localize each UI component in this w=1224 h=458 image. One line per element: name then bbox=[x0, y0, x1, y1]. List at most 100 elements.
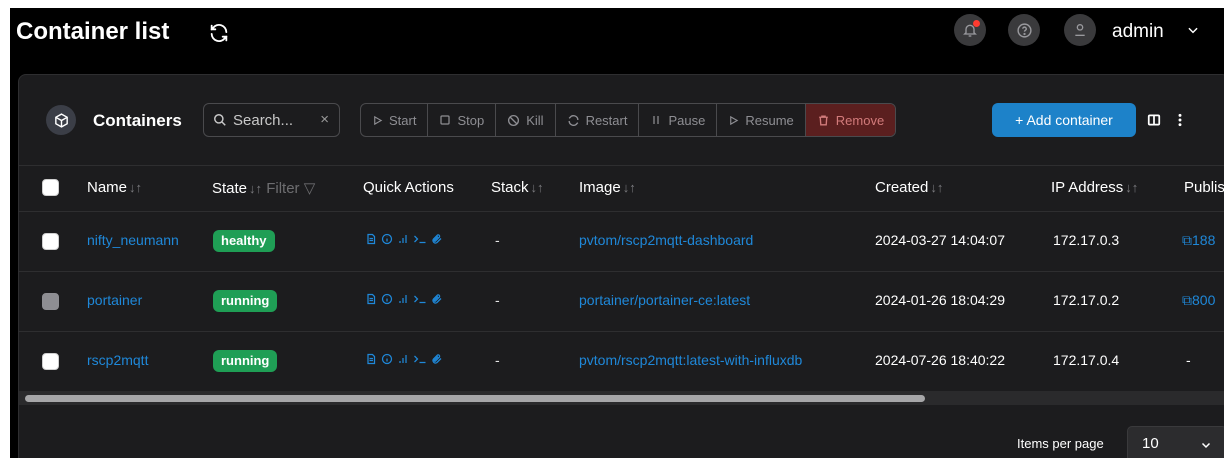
restart-button[interactable]: Restart bbox=[556, 104, 640, 136]
table-row: portainer running - portainer/portainer-… bbox=[19, 272, 1224, 332]
add-container-button[interactable]: + Add container bbox=[992, 103, 1136, 137]
cube-icon bbox=[54, 112, 68, 128]
section-title: Containers bbox=[93, 111, 182, 130]
user-icon bbox=[1075, 24, 1085, 36]
published-value: - bbox=[1186, 352, 1191, 368]
quick-actions bbox=[365, 293, 443, 305]
page-title: Container list bbox=[16, 18, 170, 45]
ip-value: 172.17.0.4 bbox=[1053, 352, 1120, 368]
published-port-link[interactable]: ⧉800 bbox=[1182, 292, 1215, 309]
more-options-icon[interactable] bbox=[1177, 113, 1183, 127]
logs-icon[interactable] bbox=[365, 233, 377, 245]
start-button[interactable]: Start bbox=[361, 104, 429, 136]
status-badge: healthy bbox=[213, 230, 275, 252]
image-link[interactable]: portainer/portainer-ce:latest bbox=[579, 292, 750, 308]
info-icon[interactable] bbox=[381, 353, 393, 365]
columns-icon[interactable] bbox=[1147, 113, 1161, 127]
stack-value: - bbox=[495, 292, 500, 308]
status-badge: running bbox=[213, 290, 278, 312]
restart-icon bbox=[568, 114, 579, 126]
chevron-down-icon bbox=[1201, 442, 1211, 449]
console-icon[interactable] bbox=[413, 233, 427, 245]
column-header-created[interactable]: Created ↓↑ bbox=[875, 179, 943, 196]
container-name-link[interactable]: portainer bbox=[87, 292, 142, 308]
toolbar: Containers Search... × Start Stop Kill R… bbox=[19, 75, 1224, 166]
table-footer: Items per page 10 bbox=[19, 406, 1224, 458]
stack-value: - bbox=[495, 232, 500, 248]
user-name[interactable]: admin bbox=[1112, 21, 1164, 43]
refresh-icon[interactable] bbox=[208, 22, 230, 44]
attach-icon[interactable] bbox=[431, 353, 443, 365]
items-per-page-value: 10 bbox=[1142, 435, 1159, 452]
chevron-down-icon[interactable] bbox=[1186, 23, 1200, 37]
console-icon[interactable] bbox=[413, 293, 427, 305]
select-all-checkbox[interactable] bbox=[42, 179, 59, 196]
containers-icon-wrap bbox=[46, 105, 76, 135]
container-actions: Start Stop Kill Restart Pause Resume Rem… bbox=[360, 103, 897, 137]
ip-value: 172.17.0.3 bbox=[1053, 232, 1120, 248]
stop-button[interactable]: Stop bbox=[428, 104, 497, 136]
pause-button[interactable]: Pause bbox=[639, 104, 718, 136]
kill-button[interactable]: Kill bbox=[496, 104, 556, 136]
play-icon bbox=[374, 115, 383, 125]
pause-icon bbox=[653, 116, 660, 124]
image-link[interactable]: pvtom/rscp2mqtt:latest-with-influxdb bbox=[579, 352, 802, 368]
column-header-quick-actions: Quick Actions bbox=[363, 179, 454, 196]
app-window: Container list admin Containers Search..… bbox=[10, 8, 1224, 458]
stack-value: - bbox=[495, 352, 500, 368]
user-avatar[interactable] bbox=[1064, 14, 1096, 46]
console-icon[interactable] bbox=[413, 353, 427, 365]
items-per-page-select[interactable]: 10 bbox=[1127, 426, 1224, 458]
search-clear-button[interactable]: × bbox=[320, 111, 329, 128]
table-row: nifty_neumann healthy - pvtom/rscp2mqtt-… bbox=[19, 212, 1224, 272]
column-header-published[interactable]: Publis bbox=[1184, 179, 1224, 196]
container-name-link[interactable]: nifty_neumann bbox=[87, 232, 179, 248]
help-icon bbox=[1016, 22, 1032, 38]
column-header-image[interactable]: Image ↓↑ bbox=[579, 179, 636, 196]
state-filter[interactable]: Filter bbox=[266, 180, 299, 197]
notifications-button[interactable] bbox=[954, 14, 986, 46]
stats-icon[interactable] bbox=[397, 353, 409, 365]
scrollbar-thumb[interactable] bbox=[25, 395, 925, 402]
published-port-link[interactable]: ⧉188 bbox=[1182, 232, 1215, 249]
logs-icon[interactable] bbox=[365, 293, 377, 305]
help-button[interactable] bbox=[1008, 14, 1040, 46]
quick-actions bbox=[365, 233, 443, 245]
search-icon bbox=[214, 114, 226, 126]
created-value: 2024-03-27 14:04:07 bbox=[875, 232, 1005, 248]
search-placeholder: Search... bbox=[233, 111, 294, 129]
row-checkbox[interactable] bbox=[42, 353, 59, 370]
resume-button[interactable]: Resume bbox=[717, 104, 806, 136]
external-link-icon: ⧉ bbox=[1182, 292, 1192, 308]
info-icon[interactable] bbox=[381, 233, 393, 245]
stats-icon[interactable] bbox=[397, 293, 409, 305]
created-value: 2024-01-26 18:04:29 bbox=[875, 292, 1005, 308]
image-link[interactable]: pvtom/rscp2mqtt-dashboard bbox=[579, 232, 753, 248]
row-checkbox[interactable] bbox=[42, 293, 59, 310]
column-header-stack[interactable]: Stack ↓↑ bbox=[491, 179, 544, 196]
items-per-page-label: Items per page bbox=[1017, 436, 1104, 451]
table-header: Name ↓↑ State ↓↑ Filter ▽ Quick Actions St… bbox=[19, 166, 1224, 212]
column-header-state[interactable]: State ↓↑ Filter ▽ bbox=[212, 179, 315, 197]
search-input[interactable]: Search... × bbox=[203, 103, 340, 137]
attach-icon[interactable] bbox=[431, 293, 443, 305]
containers-card: Containers Search... × Start Stop Kill R… bbox=[18, 74, 1224, 458]
info-icon[interactable] bbox=[381, 293, 393, 305]
attach-icon[interactable] bbox=[431, 233, 443, 245]
container-name-link[interactable]: rscp2mqtt bbox=[87, 352, 148, 368]
logs-icon[interactable] bbox=[365, 353, 377, 365]
quick-actions bbox=[365, 353, 443, 365]
column-header-name[interactable]: Name ↓↑ bbox=[87, 179, 142, 196]
ban-icon bbox=[508, 114, 520, 126]
table-row: rscp2mqtt running - pvtom/rscp2mqtt:late… bbox=[19, 332, 1224, 392]
remove-button[interactable]: Remove bbox=[805, 104, 896, 136]
created-value: 2024-07-26 18:40:22 bbox=[875, 352, 1005, 368]
stop-icon bbox=[440, 115, 451, 125]
row-checkbox[interactable] bbox=[42, 233, 59, 250]
external-link-icon: ⧉ bbox=[1182, 232, 1192, 248]
ip-value: 172.17.0.2 bbox=[1053, 292, 1120, 308]
play-icon bbox=[730, 115, 739, 125]
stats-icon[interactable] bbox=[397, 233, 409, 245]
notification-dot bbox=[973, 20, 980, 27]
column-header-ip[interactable]: IP Address ↓↑ bbox=[1051, 179, 1138, 196]
